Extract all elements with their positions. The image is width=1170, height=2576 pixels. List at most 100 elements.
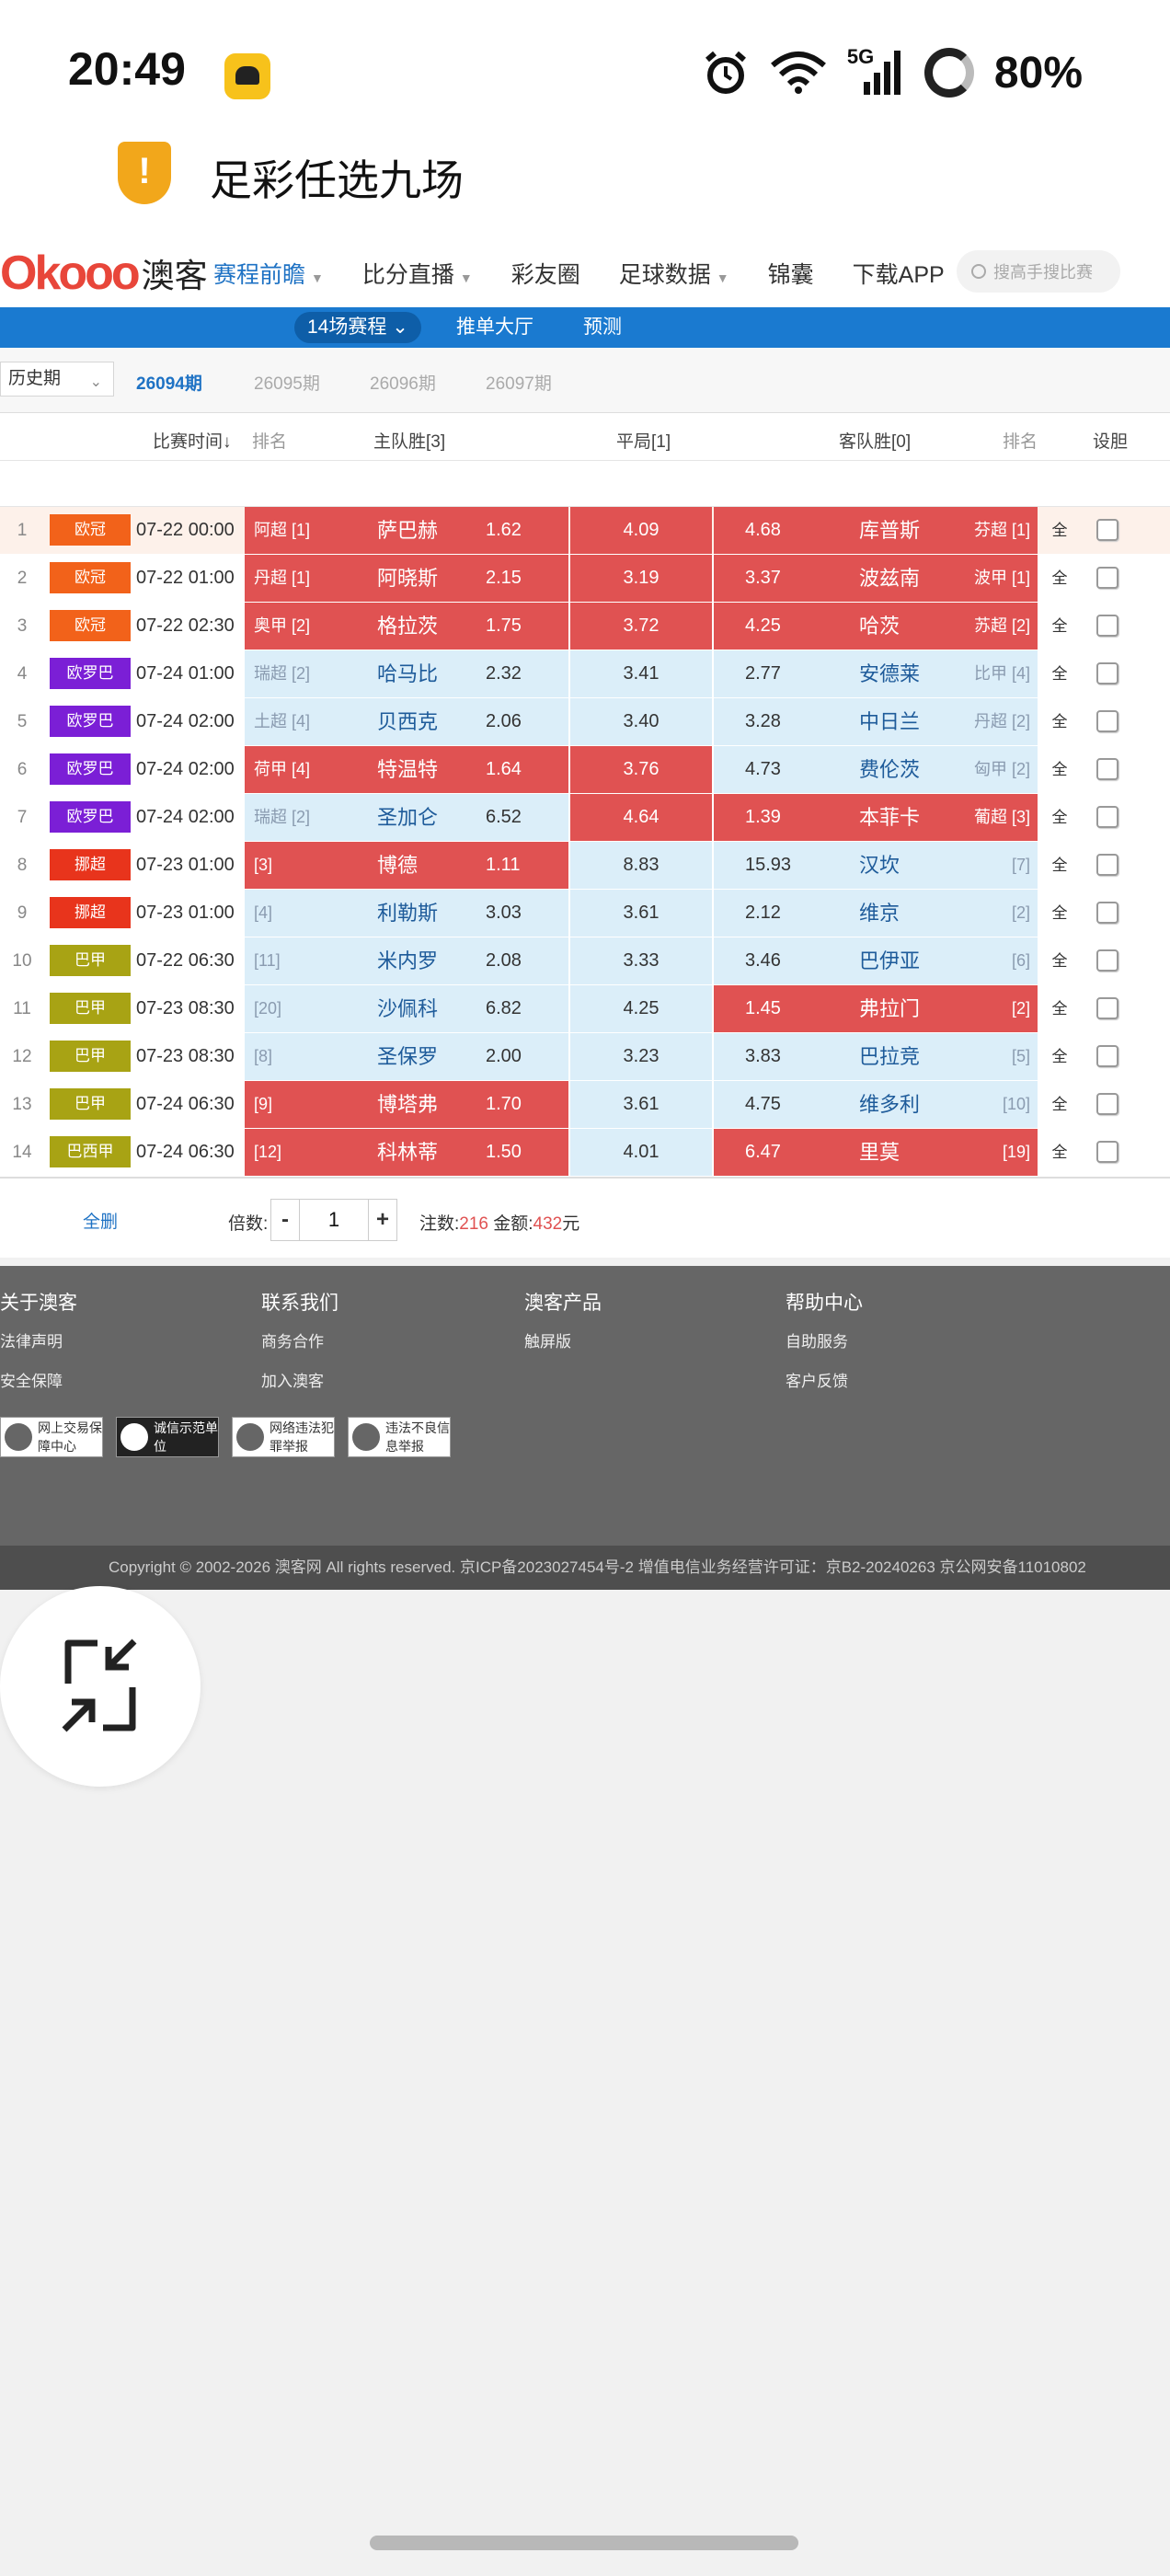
banker-checkbox[interactable] (1096, 519, 1118, 541)
home-win-option[interactable]: 荷甲 [4] 特温特 1.64 (245, 746, 568, 793)
banker-checkbox[interactable] (1096, 615, 1118, 637)
header-time[interactable]: 比赛时间↓ (153, 428, 232, 453)
banker-checkbox[interactable] (1096, 758, 1118, 780)
select-all-button[interactable]: 全 (1043, 507, 1076, 554)
multiple-input[interactable]: 1 (299, 1200, 369, 1240)
delete-all-button[interactable]: 全删 (83, 1208, 118, 1233)
home-win-option[interactable]: 土超 [4] 贝西克 2.06 (245, 698, 568, 745)
tab-14-matches[interactable]: 14场赛程 ⌄ (294, 312, 421, 343)
home-win-option[interactable]: [8] 圣保罗 2.00 (245, 1033, 568, 1080)
search-input[interactable]: 搜高手搜比赛 (957, 250, 1120, 293)
header-draw[interactable]: 平局[1] (616, 428, 671, 453)
away-win-option[interactable]: 3.37 波兹南 波甲 [1] (714, 555, 1038, 602)
banker-checkbox[interactable] (1096, 567, 1118, 589)
select-all-button[interactable]: 全 (1043, 1033, 1076, 1080)
banker-checkbox[interactable] (1096, 997, 1118, 1019)
away-win-option[interactable]: 3.28 中日兰 丹超 [2] (714, 698, 1038, 745)
select-all-button[interactable]: 全 (1043, 698, 1076, 745)
select-all-button[interactable]: 全 (1043, 746, 1076, 793)
away-win-option[interactable]: 6.47 里莫 [19] (714, 1129, 1038, 1176)
away-win-option[interactable]: 2.77 安德莱 比甲 [4] (714, 650, 1038, 697)
minus-button[interactable]: - (271, 1200, 299, 1240)
period-26096[interactable]: 26096期 (370, 370, 436, 395)
draw-option[interactable]: 4.64 (570, 794, 712, 841)
away-win-option[interactable]: 4.25 哈茨 苏超 [2] (714, 603, 1038, 650)
select-all-button[interactable]: 全 (1043, 1081, 1076, 1128)
banker-checkbox[interactable] (1096, 1141, 1118, 1163)
draw-option[interactable]: 3.72 (570, 603, 712, 650)
period-26094[interactable]: 26094期 (136, 370, 202, 395)
header-home-win[interactable]: 主队胜[3] (373, 428, 445, 453)
home-win-option[interactable]: [20] 沙佩科 6.82 (245, 985, 568, 1032)
home-win-option[interactable]: 瑞超 [2] 圣加仑 6.52 (245, 794, 568, 841)
draw-option[interactable]: 3.61 (570, 1081, 712, 1128)
home-indicator[interactable] (370, 2536, 798, 2550)
banker-checkbox[interactable] (1096, 949, 1118, 972)
nav-football-data[interactable]: 足球数据 ▼ (619, 257, 729, 290)
badge-trade-protection[interactable]: 网上交易保障中心 (0, 1417, 103, 1457)
badge-integrity[interactable]: 诚信示范单位 (116, 1417, 219, 1457)
footer-link-touch[interactable]: 触屏版 (524, 1328, 602, 1351)
select-all-button[interactable]: 全 (1043, 937, 1076, 984)
away-win-option[interactable]: 15.93 汉坎 [7] (714, 842, 1038, 889)
away-win-option[interactable]: 2.12 维京 [2] (714, 890, 1038, 937)
draw-option[interactable]: 3.23 (570, 1033, 712, 1080)
away-win-option[interactable]: 4.68 库普斯 芬超 [1] (714, 507, 1038, 554)
home-win-option[interactable]: [3] 博德 1.11 (245, 842, 568, 889)
draw-option[interactable]: 8.83 (570, 842, 712, 889)
select-all-button[interactable]: 全 (1043, 650, 1076, 697)
footer-link-join[interactable]: 加入澳客 (261, 1368, 338, 1391)
exit-fullscreen-button[interactable] (0, 1586, 201, 1787)
draw-option[interactable]: 4.09 (570, 507, 712, 554)
select-all-button[interactable]: 全 (1043, 842, 1076, 889)
home-win-option[interactable]: 瑞超 [2] 哈马比 2.32 (245, 650, 568, 697)
tab-prediction[interactable]: 预测 (583, 312, 622, 343)
draw-option[interactable]: 3.76 (570, 746, 712, 793)
site-logo[interactable]: Okooo 澳客 (0, 239, 208, 307)
away-win-option[interactable]: 3.83 巴拉竞 [5] (714, 1033, 1038, 1080)
draw-option[interactable]: 4.25 (570, 985, 712, 1032)
away-win-option[interactable]: 4.75 维多利 [10] (714, 1081, 1038, 1128)
draw-option[interactable]: 3.33 (570, 937, 712, 984)
banker-checkbox[interactable] (1096, 1093, 1118, 1115)
footer-link-self-service[interactable]: 自助服务 (786, 1328, 863, 1351)
plus-button[interactable]: + (369, 1200, 396, 1240)
footer-link-business[interactable]: 商务合作 (261, 1328, 338, 1351)
period-26095[interactable]: 26095期 (254, 370, 320, 395)
draw-option[interactable]: 3.61 (570, 890, 712, 937)
footer-link-legal[interactable]: 法律声明 (0, 1328, 77, 1351)
select-all-button[interactable]: 全 (1043, 1129, 1076, 1176)
banker-checkbox[interactable] (1096, 854, 1118, 876)
home-win-option[interactable]: [11] 米内罗 2.08 (245, 937, 568, 984)
header-away-win[interactable]: 客队胜[0] (839, 428, 911, 453)
banker-checkbox[interactable] (1096, 1045, 1118, 1067)
nav-live-score[interactable]: 比分直播 ▼ (362, 257, 473, 290)
select-all-button[interactable]: 全 (1043, 985, 1076, 1032)
history-period-select[interactable]: 历史期 ⌄ (0, 362, 114, 397)
select-all-button[interactable]: 全 (1043, 890, 1076, 937)
tab-picks-hall[interactable]: 推单大厅 (456, 312, 533, 343)
badge-illegal-info-report[interactable]: 违法不良信息举报 (348, 1417, 451, 1457)
banker-checkbox[interactable] (1096, 806, 1118, 828)
home-win-option[interactable]: [9] 博塔弗 1.70 (245, 1081, 568, 1128)
nav-schedule[interactable]: 赛程前瞻 ▼ (213, 257, 324, 290)
nav-community[interactable]: 彩友圈 (511, 257, 580, 290)
footer-link-feedback[interactable]: 客户反馈 (786, 1368, 863, 1391)
away-win-option[interactable]: 1.45 弗拉门 [2] (714, 985, 1038, 1032)
period-26097[interactable]: 26097期 (486, 370, 552, 395)
draw-option[interactable]: 3.40 (570, 698, 712, 745)
home-win-option[interactable]: 丹超 [1] 阿晓斯 2.15 (245, 555, 568, 602)
home-win-option[interactable]: [4] 利勒斯 3.03 (245, 890, 568, 937)
draw-option[interactable]: 3.19 (570, 555, 712, 602)
away-win-option[interactable]: 3.46 巴伊亚 [6] (714, 937, 1038, 984)
draw-option[interactable]: 4.01 (570, 1129, 712, 1176)
badge-cybercrime-report[interactable]: 网络违法犯罪举报 (232, 1417, 335, 1457)
home-win-option[interactable]: 阿超 [1] 萨巴赫 1.62 (245, 507, 568, 554)
nav-download-app[interactable]: 下载APP (853, 257, 945, 290)
select-all-button[interactable]: 全 (1043, 794, 1076, 841)
banker-checkbox[interactable] (1096, 902, 1118, 924)
draw-option[interactable]: 3.41 (570, 650, 712, 697)
away-win-option[interactable]: 1.39 本菲卡 葡超 [3] (714, 794, 1038, 841)
home-win-option[interactable]: 奥甲 [2] 格拉茨 1.75 (245, 603, 568, 650)
away-win-option[interactable]: 4.73 费伦茨 匈甲 [2] (714, 746, 1038, 793)
